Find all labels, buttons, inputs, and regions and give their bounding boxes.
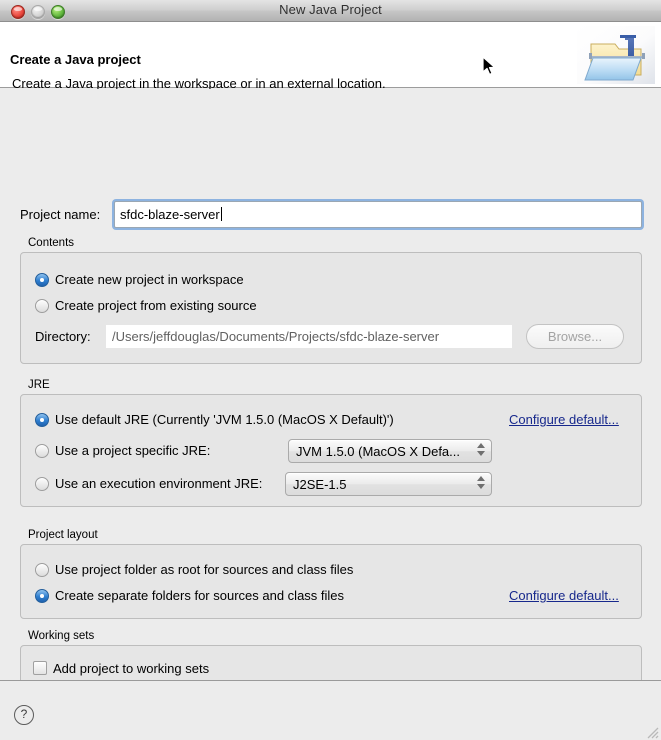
jre-group-title: JRE [28, 379, 50, 391]
wizard-body: Project name: sfdc-blaze-server Contents… [0, 89, 661, 717]
window-title: New Java Project [279, 2, 382, 17]
contents-group-title: Contents [28, 237, 75, 249]
browse-button-label: Browse... [547, 329, 603, 344]
project-layout-configure-default-link[interactable]: Configure default... [509, 588, 619, 603]
jre-configure-default-link[interactable]: Configure default... [509, 412, 619, 427]
stepper-arrows-icon[interactable] [475, 443, 486, 460]
radio-create-new-project[interactable] [35, 273, 49, 287]
window-titlebar: New Java Project [0, 0, 661, 22]
project-layout-group [20, 544, 642, 619]
radio-execution-environment-jre[interactable] [35, 477, 49, 491]
add-project-to-working-sets-label: Add project to working sets [53, 661, 210, 676]
execution-environment-jre-value: J2SE-1.5 [293, 477, 347, 492]
project-specific-jre-select[interactable]: JVM 1.5.0 (MacOS X Defa... [288, 439, 492, 463]
add-project-to-working-sets-checkbox[interactable] [33, 661, 47, 675]
radio-use-project-folder-as-root[interactable] [35, 563, 49, 577]
stepper-arrows-icon[interactable] [475, 476, 486, 493]
java-project-folder-icon [577, 26, 655, 84]
directory-input[interactable]: /Users/jeffdouglas/Documents/Projects/sf… [106, 325, 512, 348]
working-sets-group-title: Working sets [28, 630, 95, 642]
wizard-header: Create a Java project Create a Java proj… [0, 22, 661, 91]
project-name-label: Project name: [20, 207, 101, 222]
radio-create-separate-folders[interactable] [35, 589, 49, 603]
page-title: Create a Java project [10, 52, 141, 67]
radio-use-default-jre[interactable] [35, 413, 49, 427]
radio-execution-environment-jre-label: Use an execution environment JRE: [55, 476, 263, 491]
browse-button[interactable]: Browse... [526, 324, 624, 349]
directory-label: Directory: [35, 329, 91, 344]
project-specific-jre-value: JVM 1.5.0 (MacOS X Defa... [296, 444, 460, 459]
new-java-project-dialog: New Java Project Create a Java project C… [0, 0, 661, 740]
radio-create-from-existing-source-label: Create project from existing source [55, 298, 257, 313]
project-name-value: sfdc-blaze-server [120, 207, 220, 222]
help-glyph: ? [20, 707, 28, 721]
radio-use-default-jre-label: Use default JRE (Currently 'JVM 1.5.0 (M… [55, 412, 394, 427]
radio-create-separate-folders-label: Create separate folders for sources and … [55, 588, 345, 603]
radio-project-specific-jre-label: Use a project specific JRE: [55, 443, 211, 458]
radio-create-new-project-label: Create new project in workspace [55, 272, 244, 287]
radio-create-from-existing-source[interactable] [35, 299, 49, 313]
project-name-input[interactable]: sfdc-blaze-server [114, 201, 642, 228]
help-icon[interactable]: ? [14, 705, 34, 725]
directory-value: /Users/jeffdouglas/Documents/Projects/sf… [112, 329, 440, 344]
project-layout-group-title: Project layout [28, 529, 98, 541]
execution-environment-jre-select[interactable]: J2SE-1.5 [285, 472, 492, 496]
radio-use-project-folder-as-root-label: Use project folder as root for sources a… [55, 562, 354, 577]
resize-grip[interactable] [645, 725, 659, 739]
wizard-footer: ? < Back Next > Cancel Finish [0, 680, 661, 740]
radio-project-specific-jre[interactable] [35, 444, 49, 458]
